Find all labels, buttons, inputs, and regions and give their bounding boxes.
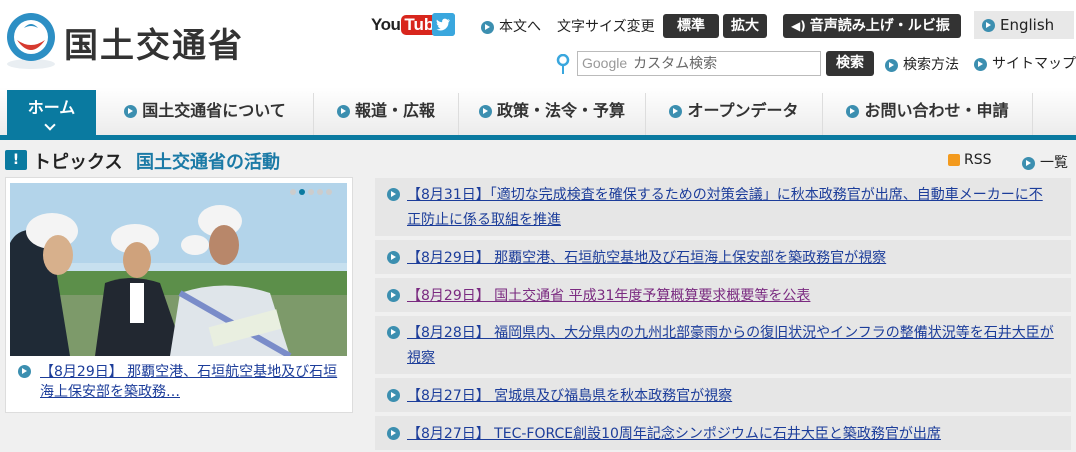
news-item: 【8月29日】 那覇空港、石垣航空基地及び石垣海上保安部を築政務官が視察 [375, 240, 1071, 276]
arrow-circle-icon [669, 105, 683, 118]
voice-read-button[interactable]: ◀) 音声読み上げ・ルビ振り [783, 14, 961, 58]
arrow-circle-icon [982, 19, 995, 32]
news-item: 【8月28日】 福岡県内、大分県内の九州北部豪雨からの復旧状況やインフラの整備状… [375, 316, 1071, 376]
carousel-indicator[interactable] [290, 189, 332, 195]
news-link[interactable]: 【8月27日】 TEC-FORCE創設10周年記念シンポジウムに石井大臣と築政務… [407, 422, 1055, 447]
carousel-dot[interactable] [299, 189, 305, 195]
arrow-circle-icon [478, 105, 492, 118]
topics-title: トピックス [33, 152, 123, 173]
search-placeholder: カスタム検索 [633, 56, 718, 72]
arrow-circle-icon [124, 105, 138, 118]
news-link[interactable]: 【8月29日】 国土交通省 平成31年度予算概算要求概要等を公表 [407, 284, 1055, 309]
chevron-down-icon [44, 119, 56, 131]
location-pin-icon [556, 54, 570, 74]
arrow-circle-icon [18, 365, 31, 378]
nav-contact[interactable]: お問い合わせ・申請 [823, 93, 1033, 135]
carousel-dot[interactable] [326, 189, 332, 195]
nav-about[interactable]: 国土交通省について [97, 93, 314, 135]
rss-icon [948, 154, 960, 166]
font-large-button[interactable]: 拡大 [723, 14, 767, 38]
arrow-circle-icon [387, 427, 400, 440]
arrow-circle-icon [336, 105, 350, 118]
news-link[interactable]: 【8月27日】 宮城県及び福島県を秋本政務官が視察 [407, 384, 1055, 409]
sitemap-link[interactable]: サイトマップ [974, 53, 1076, 73]
arrow-circle-icon [387, 389, 400, 402]
arrow-circle-icon [846, 105, 860, 118]
site-title[interactable]: 国土交通省 [64, 18, 244, 67]
news-link[interactable]: 【8月31日】「適切な完成検査を確保するための対策会議」に秋本政務官が出席、自動… [407, 183, 1055, 233]
arrow-circle-icon [974, 57, 987, 71]
search-method-link[interactable]: 検索方法 [885, 54, 959, 74]
arrow-circle-icon [387, 289, 400, 302]
news-item: 【8月27日】 TEC-FORCE創設10周年記念シンポジウムに石井大臣と築政務… [375, 416, 1071, 452]
skip-to-main-link[interactable]: 本文へ [481, 16, 541, 36]
news-link[interactable]: 【8月29日】 那覇空港、石垣航空基地及び石垣海上保安部を築政務官が視察 [407, 246, 1055, 271]
font-size-label: 文字サイズ変更 [557, 19, 655, 35]
rss-link[interactable]: RSS [948, 152, 992, 168]
mlit-logo-icon[interactable] [4, 10, 58, 70]
nav-policy[interactable]: 政策・法令・予算 [459, 93, 646, 135]
font-standard-button[interactable]: 標準 [663, 14, 719, 38]
feature-photo[interactable] [10, 183, 347, 356]
exclamation-icon: ! [5, 150, 27, 170]
news-item: 【8月27日】 宮城県及び福島県を秋本政務官が視察 [375, 378, 1071, 414]
feature-caption-link[interactable]: 【8月29日】 那覇空港、石垣航空基地及び石垣海上保安部を築政務… [40, 362, 340, 402]
google-label: Google [582, 55, 628, 71]
arrow-circle-icon [387, 188, 400, 201]
nav-home[interactable]: ホーム [7, 90, 96, 135]
arrow-circle-icon [1022, 156, 1035, 170]
nav-opendata[interactable]: オープンデータ [646, 93, 823, 135]
speaker-icon: ◀) [791, 19, 806, 33]
nav-press[interactable]: 報道・広報 [314, 93, 459, 135]
arrow-circle-icon [481, 20, 494, 34]
arrow-circle-icon [885, 58, 898, 72]
news-item: 【8月31日】「適切な完成検査を確保するための対策会議」に秋本政務官が出席、自動… [375, 178, 1071, 238]
english-link[interactable]: English [974, 11, 1074, 39]
news-link[interactable]: 【8月28日】 福岡県内、大分県内の九州北部豪雨からの復旧状況やインフラの整備状… [407, 321, 1055, 371]
list-all-link[interactable]: 一覧 [1022, 152, 1068, 172]
carousel-dot[interactable] [308, 189, 314, 195]
carousel-dot[interactable] [317, 189, 323, 195]
arrow-circle-icon [387, 251, 400, 264]
search-button[interactable]: 検索 [826, 51, 874, 76]
topics-subtitle: 国土交通省の活動 [136, 152, 280, 173]
search-input[interactable]: Google カスタム検索 [577, 51, 821, 76]
youtube-you-text: You [371, 15, 401, 34]
arrow-circle-icon [387, 326, 400, 339]
twitter-icon[interactable] [432, 13, 455, 36]
news-item: 【8月29日】 国土交通省 平成31年度予算概算要求概要等を公表 [375, 278, 1071, 314]
carousel-dot[interactable] [290, 189, 296, 195]
